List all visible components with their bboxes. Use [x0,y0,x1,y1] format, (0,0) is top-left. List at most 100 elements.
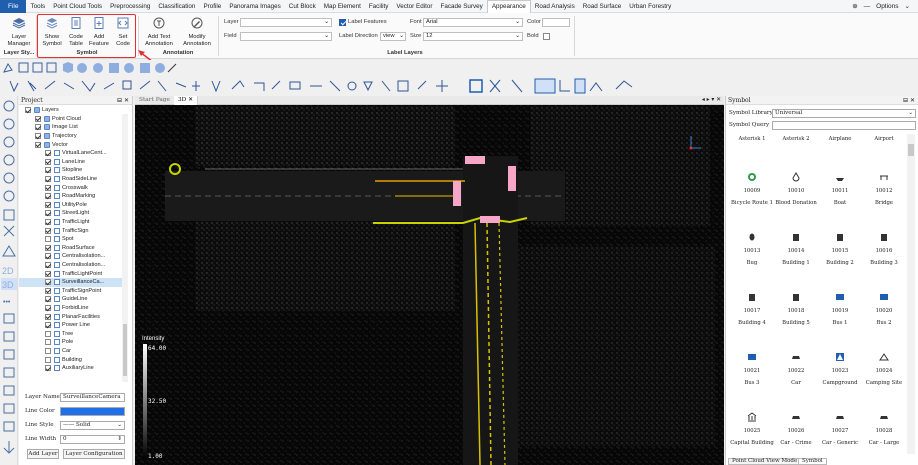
code-table-button[interactable]: Code Table [65,15,87,47]
viewer-window-controls[interactable]: ◂ ▸ ▾ ✕ [702,97,724,103]
add-feature-button[interactable]: Add Feature [88,15,110,47]
menu-map-element[interactable]: Map Element [320,3,365,10]
layer-visibility-checkbox[interactable] [45,176,51,183]
tree-item[interactable]: VirtualLaneCent... [19,149,122,158]
tree-item[interactable]: LaneLine [19,158,122,167]
layer-visibility-checkbox[interactable] [45,305,51,312]
symbol-item[interactable]: 10009 Bicycle Route 1 [730,172,774,206]
set-code-button[interactable]: Set Code [112,15,134,47]
tree-item[interactable]: RoadSideLine [19,175,122,184]
menu-facility[interactable]: Facility [365,3,393,10]
show-symbol-button[interactable]: Show Symbol [40,15,64,47]
menu-cut-block[interactable]: Cut Block [285,3,320,10]
tree-scrollbar[interactable] [122,114,128,382]
layer-visibility-checkbox[interactable] [45,219,51,226]
symbol-item[interactable]: 10022 Car [774,352,818,386]
symbol-item[interactable]: 10019 Bus 1 [818,292,862,326]
tree-item[interactable]: GuideLine [19,295,122,304]
layer-visibility-checkbox[interactable] [25,107,31,114]
tree-item[interactable]: Power Line [19,321,122,330]
chevron-down-icon[interactable]: ⌄ [905,2,910,10]
layer-visibility-checkbox[interactable] [45,279,51,286]
pin-close-icon[interactable]: ⊟ ✕ [117,97,132,104]
layer-visibility-checkbox[interactable] [45,270,51,277]
modify-annotation-button[interactable]: Modify Annotation [180,15,214,47]
menu-vector-editor[interactable]: Vector Editor [392,3,436,10]
tree-item[interactable]: AuxiliaryLine [19,364,122,373]
tree-item[interactable]: UtilityPole [19,201,122,210]
tree-item[interactable]: Spot [19,235,122,244]
tree-item[interactable]: Centralisolation... [19,252,122,261]
symbol-item[interactable]: Asterisk 1 [730,136,774,142]
symbol-item[interactable]: 10015 Building 2 [818,232,862,266]
menu-classification[interactable]: Classification [154,3,199,10]
tree-item[interactable]: Tree [19,330,122,339]
layer-configuration-button[interactable]: Layer Configuration [63,449,125,459]
menu-point-cloud-tools[interactable]: Point Cloud Tools [49,3,106,10]
layer-visibility-checkbox[interactable] [45,253,51,260]
layer-name-field[interactable]: SurveillanceCamera [60,393,125,402]
layer-visibility-checkbox[interactable] [45,330,51,337]
layer-visibility-checkbox[interactable] [35,115,41,122]
layer-visibility-checkbox[interactable] [45,184,51,191]
layer-visibility-checkbox[interactable] [35,133,41,140]
layer-visibility-checkbox[interactable] [35,141,41,148]
point-cloud-viewer[interactable]: Intensity 64.00 32.50 1.00 [135,96,724,465]
symbol-item[interactable]: 10027 Car - Generic [818,412,862,446]
layer-visibility-checkbox[interactable] [45,210,51,217]
tree-item[interactable]: RoadMarking [19,192,122,201]
layer-visibility-checkbox[interactable] [45,356,51,363]
symbol-item[interactable]: 10012 Bridge [862,172,906,206]
menu-road-analysis[interactable]: Road Analysis [531,3,579,10]
symbol-item[interactable]: 10028 Car - Large [862,412,906,446]
layer-manager-button[interactable]: Layer Manager [4,15,34,47]
tree-item[interactable]: Vector [19,140,122,149]
symbol-library-select[interactable]: Universal ⌄ [772,109,916,118]
menu-urban-forestry[interactable]: Urban Forestry [625,3,675,10]
symbol-item[interactable]: Airport [862,136,906,142]
symbol-item[interactable]: 10017 Building 4 [730,292,774,326]
menu-road-surface[interactable]: Road Surface [579,3,626,10]
tree-item[interactable]: Point Cloud [19,115,122,124]
pin-close-icon[interactable]: ⊟ ✕ [903,97,918,104]
minus-icon[interactable]: — [864,3,871,10]
layer-visibility-checkbox[interactable] [45,227,51,234]
menu-appearance[interactable]: Appearance [486,0,531,13]
layer-visibility-checkbox[interactable] [45,348,51,355]
tree-item[interactable]: Building [19,355,122,364]
menu-panorama-images[interactable]: Panorama Images [225,3,284,10]
layer-visibility-checkbox[interactable] [45,193,51,200]
field-select[interactable]: ⌄ [240,32,332,41]
symbol-item[interactable]: 10021 Bus 3 [730,352,774,386]
add-layer-button[interactable]: Add Layer [27,449,59,459]
tree-item[interactable]: TrafficSign [19,226,122,235]
menu-tools[interactable]: Tools [26,3,49,10]
layer-visibility-checkbox[interactable] [45,236,51,243]
layer-visibility-checkbox[interactable] [45,201,51,208]
symbol-query-input[interactable] [772,121,916,130]
tree-item[interactable]: StreetLight [19,209,122,218]
layer-select[interactable]: ⌄ [240,18,332,27]
layer-visibility-checkbox[interactable] [35,124,41,131]
tree-item[interactable]: TrafficLightPoint [19,269,122,278]
size-field[interactable]: 12 ⌄ [423,32,523,41]
layer-visibility-checkbox[interactable] [45,313,51,320]
layer-visibility-checkbox[interactable] [45,158,51,165]
line-width-field[interactable]: 0 ⇕ [60,435,125,444]
layer-visibility-checkbox[interactable] [45,150,51,157]
tree-item[interactable]: TrafficSignPoint [19,287,122,296]
tree-item[interactable]: Centralisolation... [19,261,122,270]
symbol-item[interactable]: 10025 Capital Building [730,412,774,446]
tree-item[interactable]: Car [19,347,122,356]
layer-visibility-checkbox[interactable] [45,167,51,174]
layer-visibility-checkbox[interactable] [45,296,51,303]
layer-visibility-checkbox[interactable] [45,339,51,346]
symbol-item[interactable]: Asterisk 2 [774,136,818,142]
symbol-item[interactable]: 10010 Blood Donation [774,172,818,206]
file-menu[interactable]: File [0,0,27,13]
tree-item[interactable]: Image List [19,123,122,132]
layer-visibility-checkbox[interactable] [45,322,51,329]
tab-start-page[interactable]: Start Page [135,96,174,105]
layer-visibility-checkbox[interactable] [45,244,51,251]
layer-visibility-checkbox[interactable] [45,365,51,372]
